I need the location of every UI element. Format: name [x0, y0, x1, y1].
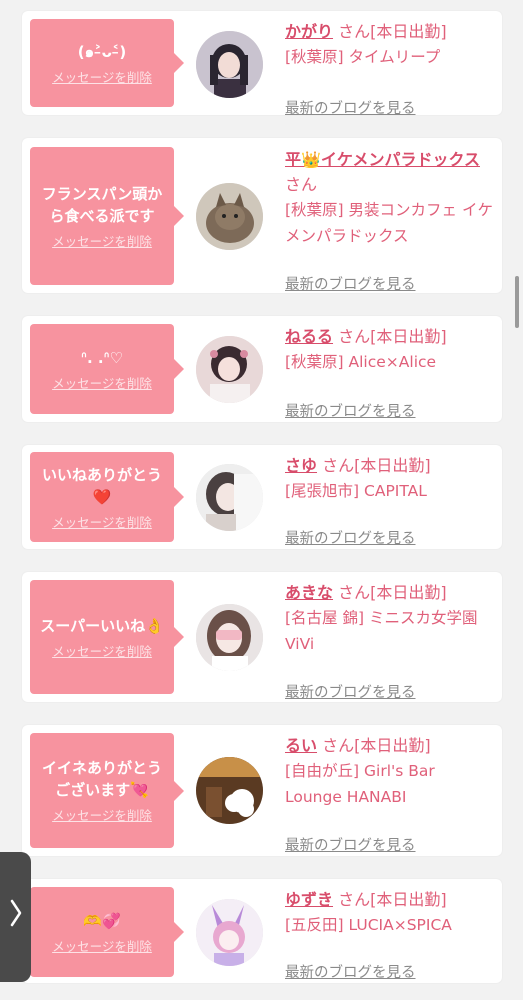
blog-link[interactable]: 最新のブログを見る	[285, 527, 416, 548]
shop-label: [名古屋 錦] ミニスカ女学園ViVi	[285, 609, 478, 653]
message-bubble: 🫶💞 メッセージを削除	[30, 887, 184, 977]
message-text: (๑˃̵ᴗ˂̵)	[77, 42, 127, 61]
honorific: さん	[285, 175, 318, 194]
message-bubble: スーパーいいね👌 メッセージを削除	[30, 580, 184, 694]
honorific: さん	[338, 583, 371, 602]
message-text: 🫶💞	[83, 911, 121, 930]
favorite-card: 🫶💞 メッセージを削除 ゆずき さん[本日出勤] [五反田] LUCIA×SPI…	[22, 879, 502, 983]
avatar[interactable]	[196, 464, 263, 531]
shop-label: [五反田] LUCIA×SPICA	[285, 916, 452, 934]
shop-label: [尾張旭市] CAPITAL	[285, 482, 427, 500]
favorite-card: (๑˃̵ᴗ˂̵) メッセージを削除 かがり さん[本日出勤] [秋葉原] タイム…	[22, 11, 502, 117]
message-bubble: イイネありがとうございます💘 メッセージを削除	[30, 733, 184, 848]
avatar[interactable]	[196, 899, 263, 966]
cast-name-link[interactable]: るい	[285, 736, 317, 755]
message-bubble: ᐢ. .ᐢ♡ メッセージを削除	[30, 324, 184, 414]
blog-link[interactable]: 最新のブログを見る	[285, 834, 416, 855]
cast-info: ゆずき さん[本日出勤] [五反田] LUCIA×SPICA 最新のブログを見る	[285, 887, 495, 981]
avatar[interactable]	[196, 336, 263, 403]
shop-label: [秋葉原] Alice×Alice	[285, 353, 437, 371]
shop-label: [自由が丘] Girl's Bar Lounge HANABI	[285, 762, 435, 806]
cast-name-link[interactable]: さゆ	[285, 456, 317, 475]
honorific: さん	[338, 22, 371, 41]
cast-name-link[interactable]: あきな	[285, 583, 333, 602]
message-text: いいねありがとう❤️	[41, 465, 162, 506]
delete-message-link[interactable]: メッセージを削除	[52, 936, 152, 955]
honorific: さん	[322, 456, 355, 475]
status-badge: [本日出勤]	[354, 456, 431, 475]
status-badge: [本日出勤]	[370, 583, 447, 602]
scrollbar[interactable]	[515, 276, 519, 328]
delete-message-link[interactable]: メッセージを削除	[52, 231, 152, 250]
favorite-card: イイネありがとうございます💘 メッセージを削除 るい さん[本日出勤] [自由が…	[22, 725, 502, 856]
message-text: ᐢ. .ᐢ♡	[81, 348, 123, 367]
delete-message-link[interactable]: メッセージを削除	[52, 641, 152, 660]
message-bubble: フランスパン頭から食べる派です メッセージを削除	[30, 147, 184, 285]
honorific: さん	[338, 327, 371, 346]
cast-name-link[interactable]: ねるる	[285, 327, 333, 346]
delete-message-link[interactable]: メッセージを削除	[52, 805, 152, 824]
blog-link[interactable]: 最新のブログを見る	[285, 681, 416, 702]
avatar[interactable]	[196, 183, 263, 250]
status-badge: [本日出勤]	[370, 22, 447, 41]
message-text: イイネありがとうございます💘	[41, 759, 162, 799]
cast-name-link[interactable]: かがり	[285, 22, 333, 41]
favorite-card: いいねありがとう❤️ メッセージを削除 さゆ さん[本日出勤] [尾張旭市] C…	[22, 445, 502, 549]
avatar[interactable]	[196, 604, 263, 671]
shop-label: [秋葉原] タイムリープ	[285, 48, 441, 66]
honorific: さん	[322, 736, 355, 755]
cast-info: ねるる さん[本日出勤] [秋葉原] Alice×Alice 最新のブログを見る	[285, 324, 495, 420]
delete-message-link[interactable]: メッセージを削除	[52, 67, 152, 86]
status-badge: [本日出勤]	[354, 736, 431, 755]
delete-message-link[interactable]: メッセージを削除	[52, 512, 152, 531]
status-badge: [本日出勤]	[370, 327, 447, 346]
cast-info: かがり さん[本日出勤] [秋葉原] タイムリープ 最新のブログを見る	[285, 19, 495, 117]
message-bubble: (๑˃̵ᴗ˂̵) メッセージを削除	[30, 19, 184, 107]
cast-info: 平👑イケメンパラドックス さん [秋葉原] 男装コンカフェ イケメンパラドックス…	[285, 147, 495, 293]
favorite-card: ᐢ. .ᐢ♡ メッセージを削除 ねるる さん[本日出勤] [秋葉原] Alice…	[22, 316, 502, 422]
blog-link[interactable]: 最新のブログを見る	[285, 400, 416, 421]
honorific: さん	[338, 890, 371, 909]
cast-name-link[interactable]: 平👑イケメンパラドックス	[285, 150, 480, 169]
chevron-right-icon	[9, 898, 23, 936]
blog-link[interactable]: 最新のブログを見る	[285, 97, 416, 118]
cast-info: さゆ さん[本日出勤] [尾張旭市] CAPITAL 最新のブログを見る	[285, 453, 495, 547]
cast-info: あきな さん[本日出勤] [名古屋 錦] ミニスカ女学園ViVi 最新のブログを…	[285, 580, 495, 701]
message-text: スーパーいいね👌	[40, 616, 164, 635]
status-badge: [本日出勤]	[370, 890, 447, 909]
side-drawer-handle[interactable]	[0, 852, 31, 982]
cast-name-link[interactable]: ゆずき	[285, 890, 333, 909]
blog-link[interactable]: 最新のブログを見る	[285, 961, 416, 982]
message-text: フランスパン頭から食べる派です	[41, 184, 163, 225]
shop-label: [秋葉原] 男装コンカフェ イケメンパラドックス	[285, 201, 493, 245]
favorite-card: フランスパン頭から食べる派です メッセージを削除 平👑イケメンパラドックス さん…	[22, 138, 502, 293]
delete-message-link[interactable]: メッセージを削除	[52, 373, 152, 392]
avatar[interactable]	[196, 31, 263, 98]
cast-info: るい さん[本日出勤] [自由が丘] Girl's Bar Lounge HAN…	[285, 733, 495, 854]
message-bubble: いいねありがとう❤️ メッセージを削除	[30, 452, 184, 542]
avatar[interactable]	[196, 757, 263, 824]
blog-link[interactable]: 最新のブログを見る	[285, 273, 416, 294]
favorite-card: スーパーいいね👌 メッセージを削除 あきな さん[本日出勤] [名古屋 錦] ミ…	[22, 572, 502, 702]
